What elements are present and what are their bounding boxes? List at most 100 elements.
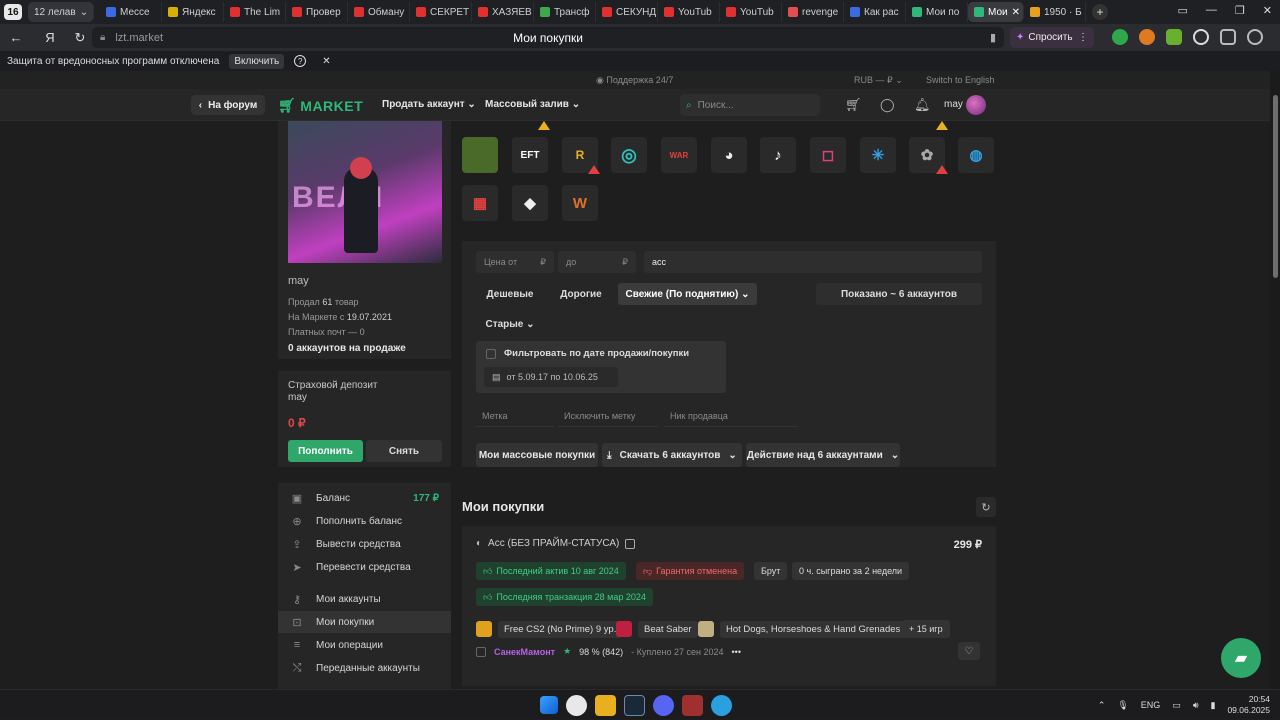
language-indicator[interactable]: ENG (1141, 700, 1161, 710)
sort-fresh-button[interactable]: Свежие (По поднятию) ⌄ (618, 283, 757, 305)
select-checkbox[interactable] (476, 646, 486, 657)
telegram-taskbar-icon[interactable] (711, 695, 732, 716)
currency-selector[interactable]: RUB — ₽ ⌄ (854, 75, 903, 86)
menu-item[interactable]: ➤ Перевести средства (278, 556, 451, 578)
browser-tab[interactable]: The Lim (224, 2, 286, 22)
browser-tab[interactable]: Мессе (100, 2, 162, 22)
more-games-badge[interactable]: + 15 игр (902, 620, 950, 638)
on-sale-count[interactable]: 0 аккаунтов на продаже (288, 343, 406, 354)
price-from-input[interactable]: Цена от ₽ (476, 251, 554, 273)
close-window-icon[interactable]: ✕ (1263, 4, 1272, 17)
exclude-tag-input[interactable]: Исключить метку (558, 405, 658, 427)
switch-language-link[interactable]: Switch to English (926, 75, 995, 85)
menu-item[interactable]: ⊡ Мои покупки (278, 611, 451, 633)
favorite-heart-icon[interactable]: ♡ (958, 642, 980, 660)
seller-name[interactable]: СанекМамонт (494, 647, 555, 657)
browser-tab[interactable]: Трансф (534, 2, 596, 22)
menu-item[interactable]: ⤭ Переданные аккаунты (278, 657, 451, 679)
url-field[interactable]: 🔒︎ lzt.market Мои покупки ▮ (92, 27, 1004, 48)
browser-tab[interactable]: Обману (348, 2, 410, 22)
menu-item[interactable]: ▣ Баланс 177 ₽ (278, 487, 451, 509)
war-thunder-icon[interactable]: WAR (661, 137, 697, 173)
avatar[interactable] (966, 95, 986, 115)
minimize-icon[interactable]: — (1206, 4, 1217, 17)
browser-tab[interactable]: СЕКУНД (596, 2, 658, 22)
sell-account-menu[interactable]: Продать аккаунт ⌄ (382, 99, 476, 110)
world-of-tanks-icon[interactable]: W (562, 185, 598, 221)
windows-start-icon[interactable] (540, 696, 558, 714)
date-filter-checkbox[interactable]: Фильтровать по дате продажи/покупки (486, 348, 689, 359)
close-icon[interactable]: ✕ (322, 56, 330, 67)
battery-icon[interactable]: ▮ (1211, 700, 1216, 711)
download-accounts-button[interactable]: ⤓ Скачать 6 аккаунтов ⌄ (602, 443, 742, 467)
volume-icon[interactable]: 🔊︎ (1193, 700, 1199, 711)
menu-item[interactable]: ⇪ Вывести средства (278, 533, 451, 555)
escape-from-tarkov-icon[interactable]: EFT (512, 137, 548, 173)
spiral-game-icon[interactable]: ◎ (611, 137, 647, 173)
close-tab-icon[interactable]: ✕ (1012, 7, 1020, 18)
app-taskbar-icon[interactable] (682, 695, 703, 716)
messages-icon[interactable]: ◯ (880, 97, 895, 113)
network-icon[interactable]: ▭ (1172, 700, 1181, 711)
clock[interactable]: 20:54 09.06.2025 (1227, 694, 1270, 716)
new-tab-button[interactable]: + (1092, 4, 1108, 20)
instagram-icon[interactable]: ◻ (810, 137, 846, 173)
forum-button[interactable]: ‹ На форум (191, 95, 265, 115)
accounts-action-button[interactable]: Действие над 6 аккаунтами ⌄ (746, 443, 900, 467)
menu-item[interactable]: ≡ Мои операции (278, 634, 451, 656)
ask-button[interactable]: ✦ Спросить ⋮ (1010, 27, 1094, 48)
browser-tab[interactable]: YouTub (720, 2, 782, 22)
yandex-browser-icon[interactable] (566, 695, 587, 716)
browser-tab[interactable]: 1950 · Б (1024, 2, 1086, 22)
sort-old-button[interactable]: Старые ⌄ (476, 313, 544, 335)
browser-tab[interactable]: Мои ✕ (968, 2, 1024, 22)
browser-tab[interactable]: ХАЗЯЕВ (472, 2, 534, 22)
microphone-icon[interactable]: 🎙︎ (1117, 700, 1128, 711)
download-extension-icon[interactable] (1166, 29, 1182, 45)
file-explorer-icon[interactable] (595, 695, 616, 716)
workspace-tab[interactable]: 12 лелав ⌄ (28, 2, 94, 22)
sort-expensive-button[interactable]: Дорогие (548, 283, 614, 305)
purchase-card[interactable]: ◐ Acc (БЕЗ ПРАЙМ-СТАТУСА) 299 ₽ 👍︎ Последн… (462, 526, 996, 686)
steam-taskbar-icon[interactable] (624, 695, 645, 716)
site-search[interactable]: ⌕ Поиск... (680, 94, 820, 116)
back-arrow-icon[interactable]: ← (6, 30, 26, 45)
username[interactable]: may (944, 99, 963, 110)
tag-input[interactable]: Метка (476, 405, 554, 427)
bell-icon[interactable]: 🔔︎ (914, 97, 931, 113)
bookmark-flag-icon[interactable]: ▭ (1178, 4, 1188, 17)
browser-tab[interactable]: СЕКРЕТ (410, 2, 472, 22)
discord-icon[interactable]: ◕ (711, 137, 747, 173)
search-input[interactable]: Поиск... (698, 100, 734, 111)
help-icon[interactable]: ? (294, 55, 307, 67)
bookmark-icon[interactable]: ▮ (990, 31, 996, 44)
date-range-input[interactable]: ▤ от 5.09.17 по 10.06.25 (484, 367, 618, 387)
discord-taskbar-icon[interactable] (653, 695, 674, 716)
minecraft-icon[interactable] (462, 137, 498, 173)
topup-deposit-button[interactable]: Пополнить (288, 440, 363, 462)
refresh-icon[interactable]: ↻ (976, 497, 996, 517)
price-to-input[interactable]: до ₽ (558, 251, 636, 273)
mass-upload-menu[interactable]: Массовый залив ⌄ (485, 99, 580, 110)
browser-tab[interactable]: Мои по (906, 2, 968, 22)
browser-tab[interactable]: Яндекс (162, 2, 224, 22)
chevron-up-icon[interactable]: ⌃ (1098, 700, 1106, 711)
tiktok-icon[interactable]: ♪ (760, 137, 796, 173)
yandex-icon[interactable]: Я (40, 30, 60, 45)
mass-purchases-button[interactable]: Мои массовые покупки (476, 443, 598, 467)
shield-extension-icon[interactable] (1112, 29, 1128, 45)
film-icon[interactable]: ▦ (462, 185, 498, 221)
more-options-icon[interactable]: ••• (732, 647, 741, 657)
browser-tab[interactable]: YouTub (658, 2, 720, 22)
roblox-icon[interactable]: ◆ (512, 185, 548, 221)
menu-item[interactable]: ⚷ Мои аккаунты (278, 588, 451, 610)
search-query-input[interactable]: acc (644, 251, 982, 273)
battlenet-icon[interactable]: ✳ (860, 137, 896, 173)
browser-tab[interactable]: Как рас (844, 2, 906, 22)
purchase-title[interactable]: ◐ Acc (БЕЗ ПРАЙМ-СТАТУСА) (476, 538, 636, 549)
restore-icon[interactable]: ❐ (1235, 4, 1245, 17)
support-chat-button[interactable]: ▰ (1221, 638, 1261, 678)
support-link[interactable]: ◉ Поддержка 24/7 (596, 75, 673, 86)
reload-icon[interactable]: ↻ (70, 30, 90, 46)
scrollbar-thumb[interactable] (1273, 95, 1278, 278)
